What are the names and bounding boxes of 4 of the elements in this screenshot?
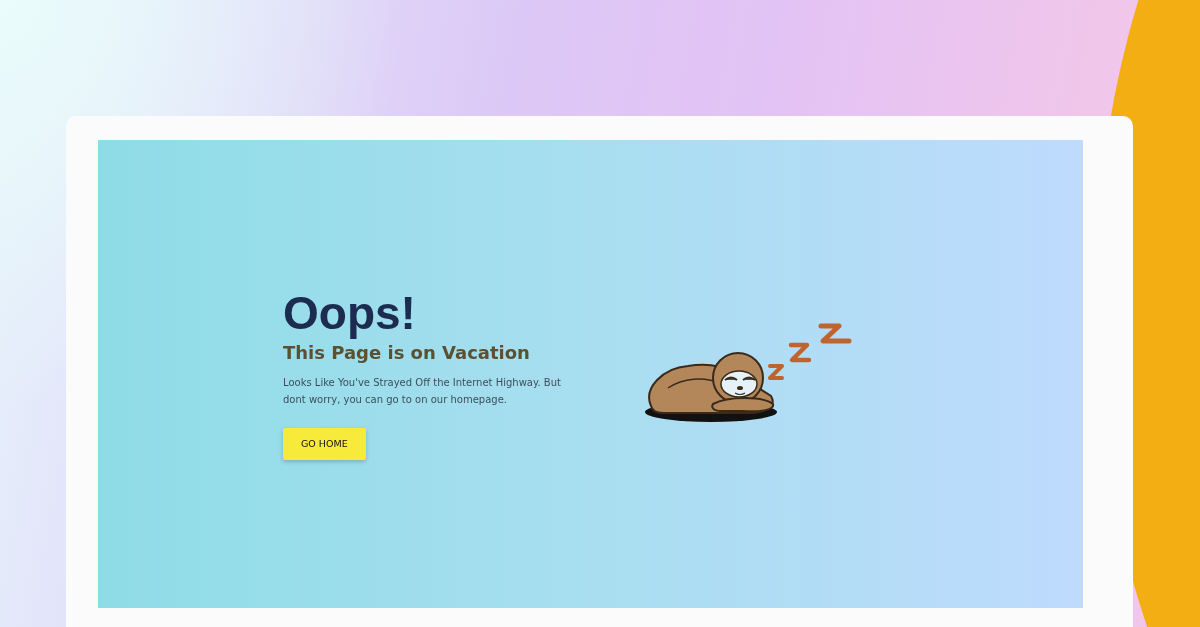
go-home-button[interactable]: GO HOME (283, 427, 366, 461)
error-message: Looks Like You've Strayed Off the Internet Highway. But dont worry, you can go to on our homepage. (283, 375, 562, 407)
error-heading: Oops! (283, 287, 417, 339)
error-subheading: This Page is on Vacation (283, 342, 531, 364)
